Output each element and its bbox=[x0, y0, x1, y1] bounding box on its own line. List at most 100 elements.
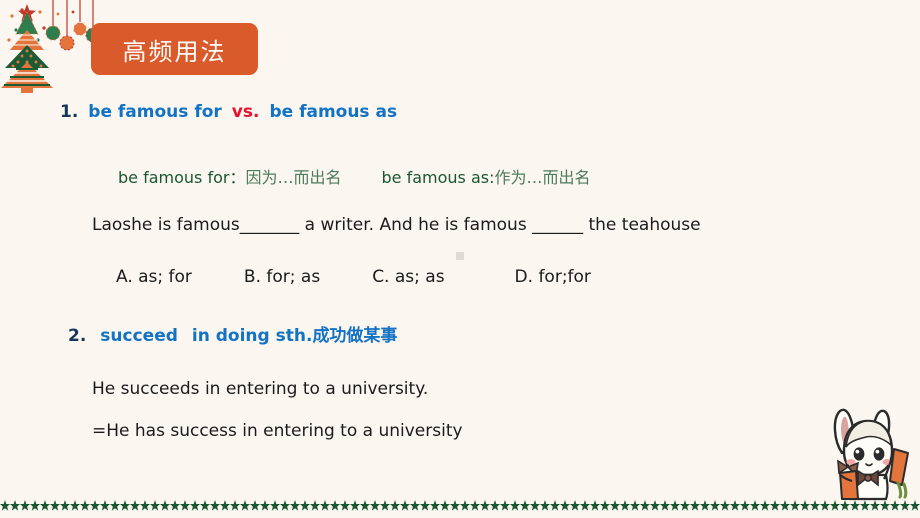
answer-option-b[interactable]: B. for; as bbox=[244, 267, 320, 287]
star-icon bbox=[560, 500, 570, 511]
item-1-phrase-b: be famous as bbox=[269, 102, 398, 122]
star-icon bbox=[820, 500, 830, 511]
item-2-number: 2. bbox=[68, 326, 87, 346]
star-icon bbox=[20, 500, 30, 511]
star-icon bbox=[10, 500, 20, 511]
star-icon bbox=[120, 500, 130, 511]
star-icon bbox=[500, 500, 510, 511]
star-icon bbox=[260, 500, 270, 511]
star-icon bbox=[450, 500, 460, 511]
star-icon bbox=[830, 500, 840, 511]
star-icon bbox=[700, 500, 710, 511]
star-icon bbox=[60, 500, 70, 511]
star-icon bbox=[50, 500, 60, 511]
star-icon bbox=[570, 500, 580, 511]
star-icon bbox=[480, 500, 490, 511]
star-icon bbox=[810, 500, 820, 511]
definition-a-term: be famous for： bbox=[118, 168, 246, 187]
star-icon bbox=[790, 500, 800, 511]
star-icon bbox=[690, 500, 700, 511]
title-badge-label: 高频用法 bbox=[122, 37, 227, 66]
star-icon bbox=[280, 500, 290, 511]
star-icon bbox=[780, 500, 790, 511]
star-icon bbox=[340, 500, 350, 511]
star-icon bbox=[210, 500, 220, 511]
star-icon bbox=[630, 500, 640, 511]
item-2-phrase: in doing sth. bbox=[191, 326, 313, 346]
star-icon bbox=[250, 500, 260, 511]
star-icon bbox=[270, 500, 280, 511]
star-icon bbox=[860, 500, 870, 511]
star-icon bbox=[390, 500, 400, 511]
star-icon bbox=[180, 500, 190, 511]
star-icon bbox=[160, 500, 170, 511]
star-icon bbox=[490, 500, 500, 511]
slide-canvas: 高频用法 1. be famous for vs. be famous as be f… bbox=[0, 0, 920, 518]
star-icon bbox=[890, 500, 900, 511]
star-icon bbox=[680, 500, 690, 511]
star-icon bbox=[650, 500, 660, 511]
star-icon bbox=[760, 500, 770, 511]
star-icon bbox=[740, 500, 750, 511]
star-icon bbox=[530, 500, 540, 511]
answer-option-c[interactable]: C. as; as bbox=[372, 267, 444, 287]
star-icon bbox=[360, 500, 370, 511]
star-icon bbox=[190, 500, 200, 511]
star-icon bbox=[510, 500, 520, 511]
star-icon bbox=[640, 500, 650, 511]
answer-option-a[interactable]: A. as; for bbox=[116, 267, 192, 287]
example-sentence-1: He succeeds in entering to a university. bbox=[92, 379, 429, 399]
item-2-term: succeed bbox=[100, 326, 178, 346]
stray-artifact-square bbox=[456, 252, 464, 260]
star-icon bbox=[910, 500, 920, 511]
star-icon bbox=[710, 500, 720, 511]
star-icon bbox=[440, 500, 450, 511]
star-icon bbox=[550, 500, 560, 511]
item-2-gloss: 成功做某事 bbox=[312, 326, 398, 346]
answer-option-d[interactable]: D. for;for bbox=[515, 267, 591, 287]
star-icon bbox=[840, 500, 850, 511]
star-icon bbox=[30, 500, 40, 511]
star-icon bbox=[350, 500, 360, 511]
star-icon bbox=[410, 500, 420, 511]
star-icon bbox=[590, 500, 600, 511]
star-icon bbox=[670, 500, 680, 511]
star-icon bbox=[290, 500, 300, 511]
star-icon bbox=[320, 500, 330, 511]
item-2-heading: 2. succeed in doing sth.成功做某事 bbox=[68, 321, 397, 346]
star-icon bbox=[40, 500, 50, 511]
definition-a-gloss: 因为…而出名 bbox=[245, 168, 342, 187]
star-icon bbox=[900, 500, 910, 511]
example-sentence-2: =He has success in entering to a univers… bbox=[92, 421, 463, 441]
star-icon bbox=[770, 500, 780, 511]
bunny-mascot-icon bbox=[818, 401, 914, 501]
star-icon bbox=[730, 500, 740, 511]
star-icon bbox=[220, 500, 230, 511]
item-1-separator: vs. bbox=[231, 102, 260, 122]
star-icon bbox=[110, 500, 120, 511]
star-icon bbox=[430, 500, 440, 511]
item-1-heading: 1. be famous for vs. be famous as bbox=[60, 102, 397, 122]
star-icon bbox=[580, 500, 590, 511]
answer-options-row: A. as; for B. for; as C. as; as D. for;for bbox=[116, 267, 591, 287]
star-icon bbox=[470, 500, 480, 511]
star-icon bbox=[90, 500, 100, 511]
star-icon bbox=[460, 500, 470, 511]
star-icon bbox=[70, 500, 80, 511]
star-icon bbox=[380, 500, 390, 511]
star-icon bbox=[660, 500, 670, 511]
star-icon bbox=[140, 500, 150, 511]
star-border-icon bbox=[0, 494, 920, 518]
item-1-phrase-a: be famous for bbox=[88, 102, 222, 122]
star-icon bbox=[720, 500, 730, 511]
definition-b-gloss: 作为…而出名 bbox=[494, 168, 591, 187]
question-sentence: Laoshe is famous_______ a writer. And he… bbox=[92, 215, 701, 235]
star-icon bbox=[750, 500, 760, 511]
title-badge: 高频用法 bbox=[91, 23, 258, 75]
star-icon bbox=[240, 500, 250, 511]
star-icon bbox=[150, 500, 160, 511]
star-icon bbox=[850, 500, 860, 511]
star-icon bbox=[370, 500, 380, 511]
star-icon bbox=[300, 500, 310, 511]
star-icon bbox=[800, 500, 810, 511]
